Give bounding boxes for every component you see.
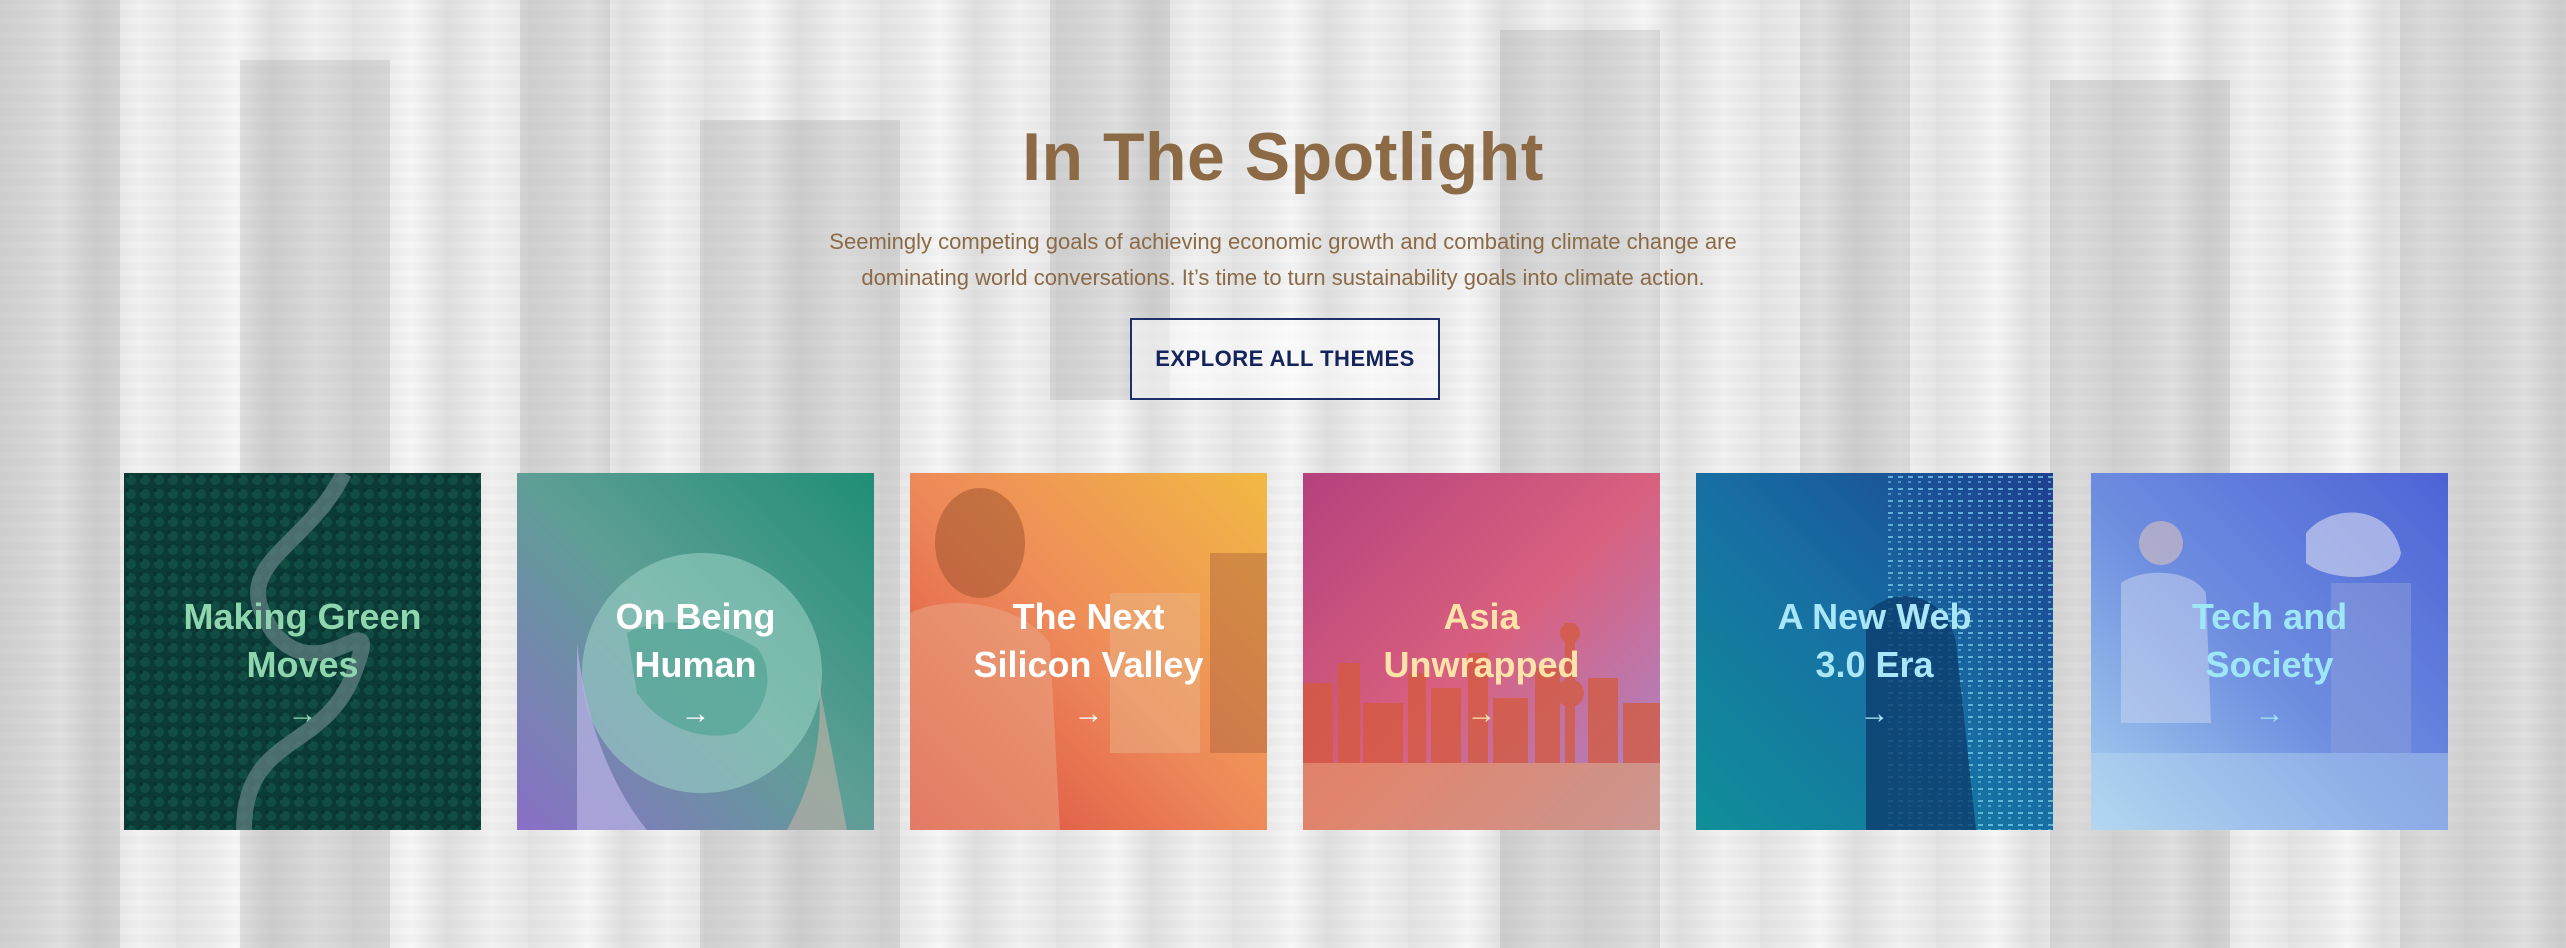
subtitle-line-1: Seemingly competing goals of achieving e…: [829, 229, 1737, 254]
theme-card-asia-unwrapped[interactable]: Asia Unwrapped →: [1303, 473, 1660, 830]
arrow-right-icon: →: [1466, 697, 1497, 730]
spotlight-title: In The Spotlight: [1022, 119, 1544, 195]
arrow-right-icon: →: [287, 697, 318, 730]
theme-card-tech-and-society[interactable]: Tech and Society →: [2091, 473, 2448, 830]
card-title: The Next Silicon Valley: [973, 596, 1204, 685]
theme-cards: Making Green Moves → On Being Human → Th…: [124, 473, 2448, 830]
theme-card-a-new-web-3-era[interactable]: A New Web 3.0 Era →: [1696, 473, 2053, 830]
arrow-right-icon: →: [1859, 697, 1890, 730]
explore-all-themes-button[interactable]: EXPLORE ALL THEMES: [1130, 318, 1440, 400]
spotlight-subtitle: Seemingly competing goals of achieving e…: [783, 224, 1783, 296]
theme-card-making-green-moves[interactable]: Making Green Moves →: [124, 473, 481, 830]
theme-card-on-being-human[interactable]: On Being Human →: [517, 473, 874, 830]
card-title: Making Green Moves: [183, 596, 422, 685]
arrow-right-icon: →: [680, 697, 711, 730]
arrow-right-icon: →: [2254, 697, 2285, 730]
subtitle-line-2: dominating world conversations. It’s tim…: [861, 265, 1705, 290]
card-title: A New Web 3.0 Era: [1777, 596, 1972, 685]
card-title: Asia Unwrapped: [1383, 596, 1580, 685]
theme-card-the-next-silicon-valley[interactable]: The Next Silicon Valley →: [910, 473, 1267, 830]
arrow-right-icon: →: [1073, 697, 1104, 730]
card-title: On Being Human: [615, 596, 776, 685]
card-title: Tech and Society: [2191, 596, 2348, 685]
